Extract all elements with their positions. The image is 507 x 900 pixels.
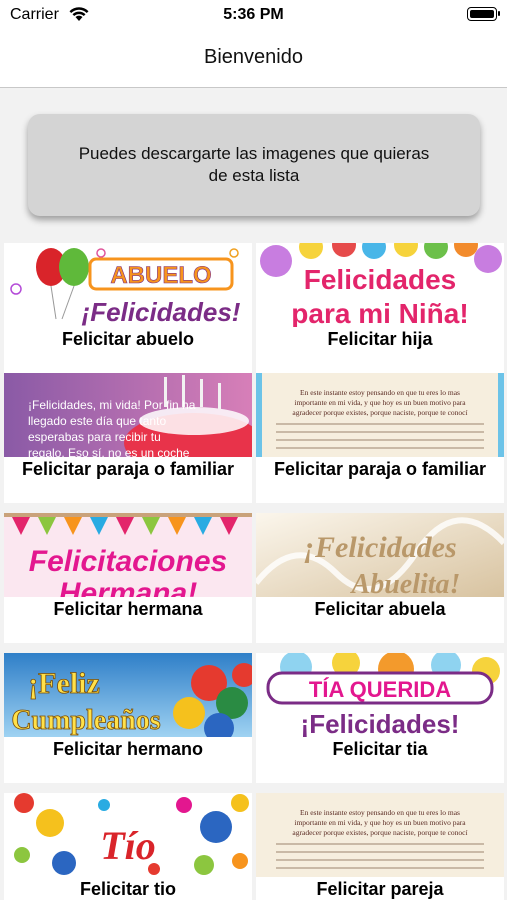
info-text: Puedes descargarte las imagenes que quie… — [78, 144, 430, 185]
thumbnail-image: ¡Feliz Cumpleaños — [4, 653, 252, 737]
page-title: Bienvenido — [204, 46, 303, 68]
image-text: importante en mi vida, y que hoy es un b… — [294, 398, 466, 407]
grid-item-felicitar-hija[interactable]: Felicidades para mi Niña! Felicitar hija — [256, 243, 504, 373]
image-text: TÍA QUERIDA — [309, 677, 451, 702]
thumbnail-image: En este instante estoy pensando en que t… — [256, 373, 504, 457]
image-text: Abuelita! — [350, 569, 461, 597]
item-caption: Felicitar tio — [79, 879, 177, 899]
item-caption: Felicitar abuela — [314, 599, 446, 619]
image-text: ¡Felicidades! — [301, 709, 460, 737]
thumbnail-image: Felicitaciones Hermana! — [4, 513, 252, 597]
item-caption: Felicitar hija — [327, 329, 433, 349]
image-text: llegado este día que tanto — [28, 414, 166, 428]
grid-item-felicitar-pareja-familiar-2[interactable]: En este instante estoy pensando en que t… — [256, 373, 504, 503]
image-text: Felicidades — [304, 264, 457, 295]
item-caption: Felicitar abuelo — [61, 329, 195, 349]
info-card: Puedes descargarte las imagenes que quie… — [28, 114, 480, 216]
thumbnail-image: Felicidades para mi Niña! — [256, 243, 504, 327]
thumbnail-image: ¡Felicidades, mi vida! Por fin ha llegad… — [4, 373, 252, 457]
image-text: Cumpleaños — [11, 705, 160, 736]
image-text: para mi Niña! — [291, 298, 468, 327]
image-text: Hermana! — [59, 577, 197, 597]
battery-icon — [467, 7, 500, 21]
image-text: agradecer porque existes, porque naciste… — [292, 828, 467, 837]
navigation-bar: Bienvenido — [0, 30, 507, 88]
item-caption: Felicitar tia — [332, 739, 428, 759]
thumbnail-image: En este instante estoy pensando en que t… — [256, 793, 504, 877]
image-text: ¡Felicidades — [303, 531, 456, 564]
item-caption: Felicitar paraja o familiar — [21, 459, 235, 479]
status-bar: Carrier 5:36 PM — [0, 0, 507, 30]
thumbnail-image: TÍA QUERIDA ¡Felicidades! — [256, 653, 504, 737]
image-text: esperabas para recibir tu — [28, 430, 161, 444]
image-text: En este instante estoy pensando en que t… — [300, 388, 460, 397]
grid-item-felicitar-pareja-familiar[interactable]: ¡Felicidades, mi vida! Por fin ha llegad… — [4, 373, 252, 503]
image-text: Felicitaciones — [29, 545, 227, 578]
item-caption: Felicitar hermana — [53, 599, 203, 619]
item-caption: Felicitar hermano — [52, 739, 204, 759]
grid-item-felicitar-pareja[interactable]: En este instante estoy pensando en que t… — [256, 793, 504, 900]
image-text: Tío — [100, 823, 156, 868]
grid-item-felicitar-abuela[interactable]: ¡Felicidades Abuelita! Felicitar abuela — [256, 513, 504, 643]
image-text: agradecer porque existes, porque naciste… — [292, 408, 467, 417]
image-text: ABUELO — [110, 262, 211, 289]
image-text: ¡Feliz — [28, 667, 100, 700]
grid-item-felicitar-tia[interactable]: TÍA QUERIDA ¡Felicidades! Felicitar tia — [256, 653, 504, 783]
grid-item-felicitar-tio[interactable]: Tío Felicitar tio — [4, 793, 252, 900]
image-text: ¡Felicidades, mi vida! Por fin ha — [28, 398, 196, 412]
grid-item-felicitar-hermana[interactable]: Felicitaciones Hermana! Felicitar herman… — [4, 513, 252, 643]
item-caption: Felicitar pareja — [316, 879, 444, 899]
image-text: En este instante estoy pensando en que t… — [300, 808, 460, 817]
thumbnail-image: ¡Felicidades Abuelita! — [256, 513, 504, 597]
thumbnail-image: ABUELO ¡Felicidades! — [4, 243, 252, 327]
image-text: regalo. Eso sí, no es un coche — [28, 446, 190, 457]
thumbnail-image: Tío — [4, 793, 252, 877]
grid-item-felicitar-abuelo[interactable]: ABUELO ¡Felicidades! Felicitar abuelo — [4, 243, 252, 373]
image-text: ¡Felicidades! — [82, 297, 241, 327]
grid-item-felicitar-hermano[interactable]: ¡Feliz Cumpleaños Felicitar hermano — [4, 653, 252, 783]
image-grid[interactable]: ABUELO ¡Felicidades! Felicitar abuelo Fe… — [0, 243, 507, 900]
item-caption: Felicitar paraja o familiar — [273, 459, 487, 479]
clock: 5:36 PM — [223, 6, 284, 23]
image-text: importante en mi vida, y que hoy es un b… — [294, 818, 466, 827]
